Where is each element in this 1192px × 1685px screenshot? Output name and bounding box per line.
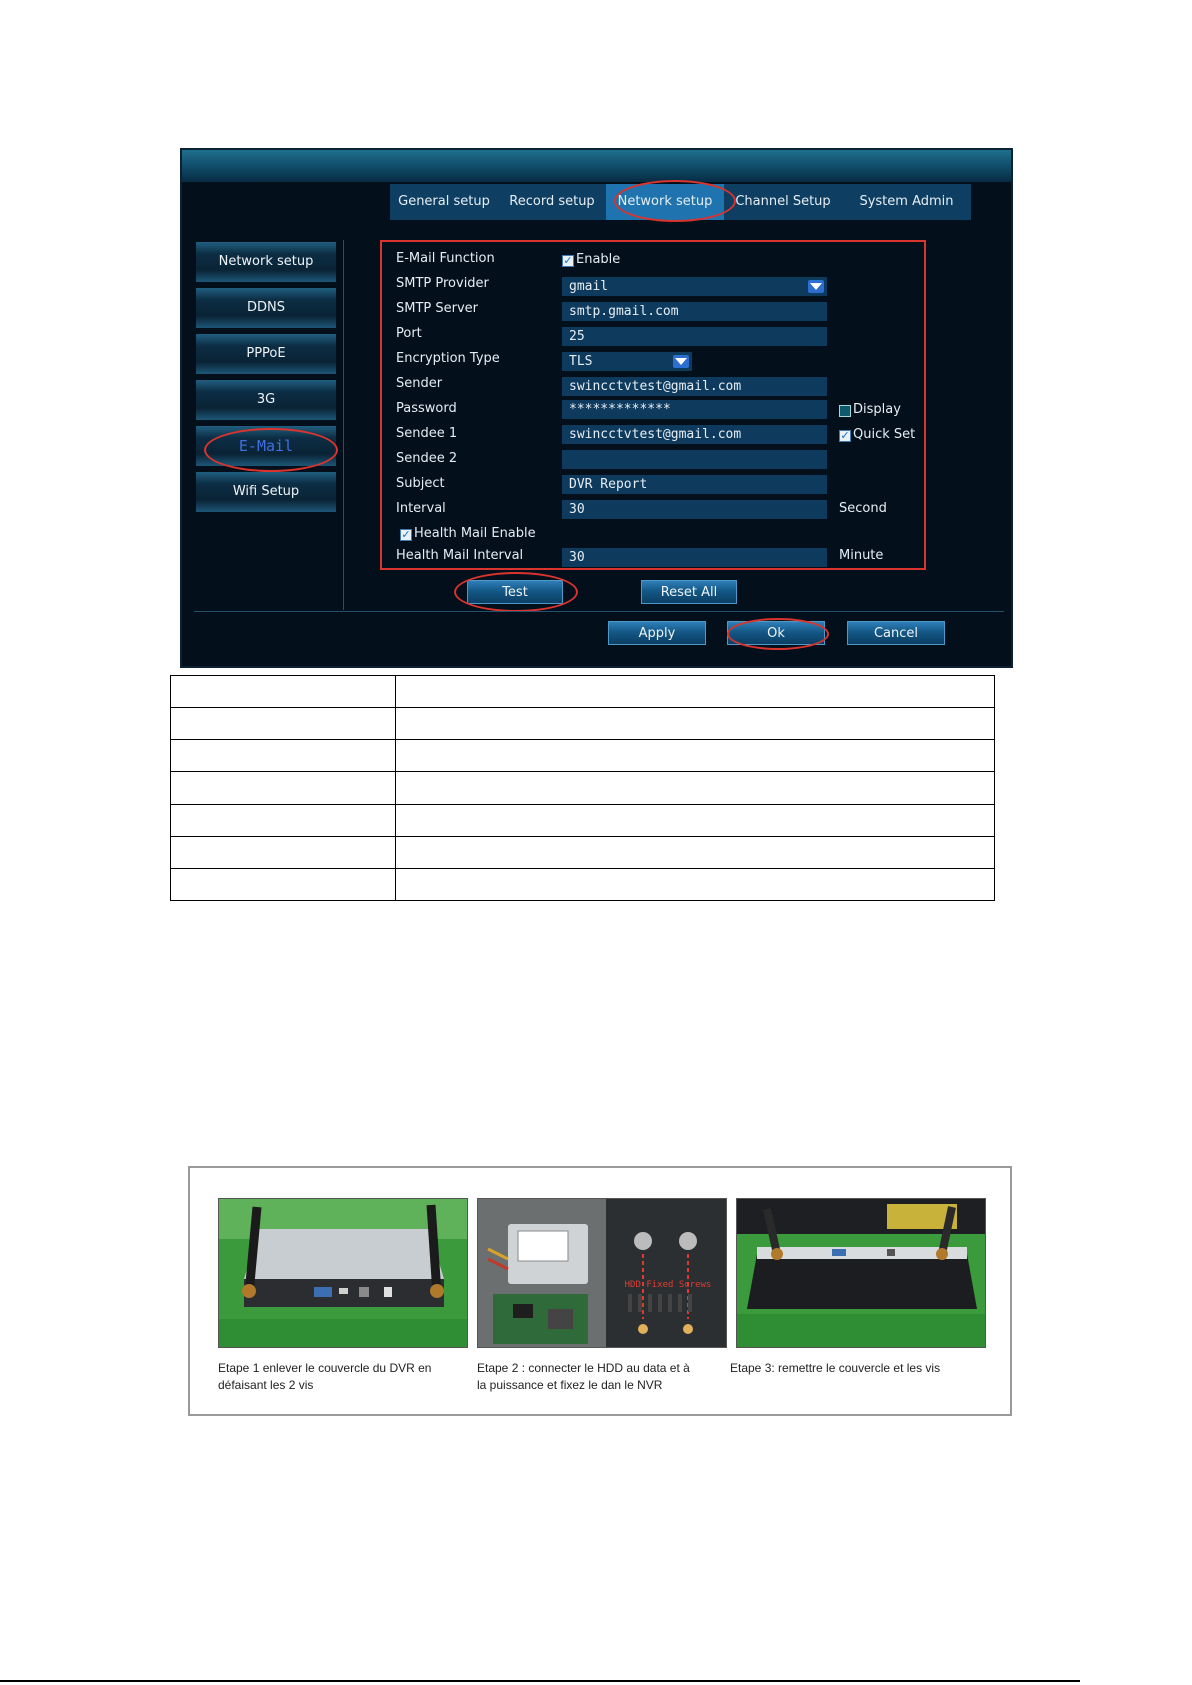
encryption-type-select[interactable]: TLS [562, 352, 692, 371]
email-settings-form: E-Mail Function SMTP Provider SMTP Serve… [380, 240, 926, 570]
table-cell [395, 707, 995, 741]
nvr-rear-image [219, 1199, 467, 1347]
nvr-closed-image [737, 1199, 985, 1347]
sidebar-item-3g[interactable]: 3G [196, 380, 336, 420]
password-label: Password [396, 401, 457, 416]
apply-button[interactable]: Apply [608, 621, 706, 645]
smtp-server-label: SMTP Server [396, 301, 479, 316]
sendee1-input[interactable]: swincctvtest@gmail.com [562, 425, 827, 444]
bottom-divider [194, 611, 1004, 612]
step3-caption-line1: Etape 3: remettre le couvercle et les vi… [730, 1361, 941, 1375]
step2-caption-line1: Etape 2 : connecter le HDD au data et à [477, 1361, 690, 1375]
sender-input[interactable]: swincctvtest@gmail.com [562, 377, 827, 396]
chevron-down-icon [810, 283, 822, 290]
hdd-install-steps-panel: HDD Fixed Screws Etape 1 enlever le couv… [188, 1166, 1012, 1416]
interval-label: Interval [396, 501, 446, 516]
table-cell [170, 674, 396, 709]
table-cell [395, 835, 995, 869]
sender-label: Sender [396, 376, 443, 391]
top-tab-bar: General setup Record setup Network setup… [390, 184, 971, 220]
sidebar-item-wifi-setup[interactable]: Wifi Setup [196, 472, 336, 512]
sendee1-label: Sendee 1 [396, 426, 458, 441]
step1-caption-line1: Etape 1 enlever le couvercle du DVR en [218, 1361, 432, 1375]
health-mail-interval-label: Health Mail Interval [396, 548, 524, 563]
table-cell [170, 739, 396, 773]
table-cell [395, 674, 995, 709]
blank-settings-table [170, 674, 995, 902]
hdd-fixed-screws-label: HDD Fixed Screws [625, 1280, 712, 1290]
display-password-checkbox[interactable] [839, 405, 851, 417]
sidebar-item-pppoe[interactable]: PPPoE [196, 334, 336, 374]
test-button[interactable]: Test [467, 580, 563, 604]
table-cell [170, 803, 396, 837]
step1-caption-line2: défaisant les 2 vis [218, 1378, 314, 1392]
encryption-type-dropdown-button[interactable] [673, 355, 689, 368]
tab-record-setup[interactable]: Record setup [498, 184, 606, 220]
smtp-provider-select[interactable]: gmail [562, 277, 827, 296]
tab-general-setup[interactable]: General setup [390, 184, 498, 220]
table-cell [395, 739, 995, 773]
cancel-button[interactable]: Cancel [847, 621, 945, 645]
tab-system-admin[interactable]: System Admin [842, 184, 971, 220]
table-cell [395, 867, 995, 902]
tab-network-setup[interactable]: Network setup [606, 184, 724, 220]
table-cell [170, 771, 396, 805]
step2-caption: Etape 2 : connecter le HDD au data et à … [477, 1360, 727, 1394]
dvr-title-bar [182, 150, 1011, 182]
port-label: Port [396, 326, 422, 341]
step3-caption: Etape 3: remettre le couvercle et les vi… [730, 1360, 990, 1377]
subject-input[interactable]: DVR Report [562, 475, 827, 494]
table-cell [170, 867, 396, 902]
sidebar-divider [343, 240, 344, 610]
reset-all-button[interactable]: Reset All [641, 580, 737, 604]
smtp-provider-value: gmail [569, 279, 609, 294]
health-mail-interval-unit-label: Minute [839, 548, 884, 563]
network-sidebar: Network setup DDNS PPPoE 3G E-Mail Wifi … [196, 242, 336, 518]
quick-set-label: Quick Set [853, 427, 916, 442]
step1-photo [218, 1198, 468, 1348]
encryption-type-label: Encryption Type [396, 351, 500, 366]
sendee2-input[interactable] [562, 450, 827, 469]
hdd-install-image: HDD Fixed Screws [478, 1199, 726, 1347]
step2-photo: HDD Fixed Screws [477, 1198, 727, 1348]
encryption-type-value: TLS [569, 354, 593, 369]
sendee2-label: Sendee 2 [396, 451, 458, 466]
table-cell [170, 835, 396, 869]
step2-caption-line2: la puissance et fixez le dan le NVR [477, 1378, 663, 1392]
interval-input[interactable]: 30 [562, 500, 827, 519]
quick-set-checkbox[interactable]: ✓ [839, 430, 851, 442]
password-input[interactable]: ************* [562, 400, 827, 419]
health-mail-enable-label: Health Mail Enable [414, 526, 536, 541]
chevron-down-icon [675, 358, 687, 365]
dvr-email-settings-screen: General setup Record setup Network setup… [180, 148, 1013, 668]
smtp-provider-label: SMTP Provider [396, 276, 489, 291]
step1-caption: Etape 1 enlever le couvercle du DVR en d… [218, 1360, 468, 1394]
subject-label: Subject [396, 476, 445, 491]
email-function-label: E-Mail Function [396, 251, 495, 266]
sidebar-item-email[interactable]: E-Mail [196, 426, 336, 466]
email-function-enable-label: Enable [576, 252, 621, 267]
health-mail-interval-input[interactable]: 30 [562, 548, 827, 567]
page-footer-rule [0, 1680, 1080, 1682]
table-cell [170, 707, 396, 741]
port-input[interactable]: 25 [562, 327, 827, 346]
smtp-provider-dropdown-button[interactable] [808, 280, 824, 293]
step3-photo [736, 1198, 986, 1348]
display-password-label: Display [853, 402, 901, 417]
health-mail-enable-checkbox[interactable]: ✓ [400, 529, 412, 541]
smtp-server-input[interactable]: smtp.gmail.com [562, 302, 827, 321]
table-cell [395, 771, 995, 805]
tab-channel-setup[interactable]: Channel Setup [724, 184, 842, 220]
interval-unit-label: Second [839, 501, 887, 516]
email-function-checkbox[interactable]: ✓ [562, 255, 574, 267]
ok-button[interactable]: Ok [727, 621, 825, 645]
sidebar-item-network-setup[interactable]: Network setup [196, 242, 336, 282]
sidebar-item-ddns[interactable]: DDNS [196, 288, 336, 328]
table-cell [395, 803, 995, 837]
